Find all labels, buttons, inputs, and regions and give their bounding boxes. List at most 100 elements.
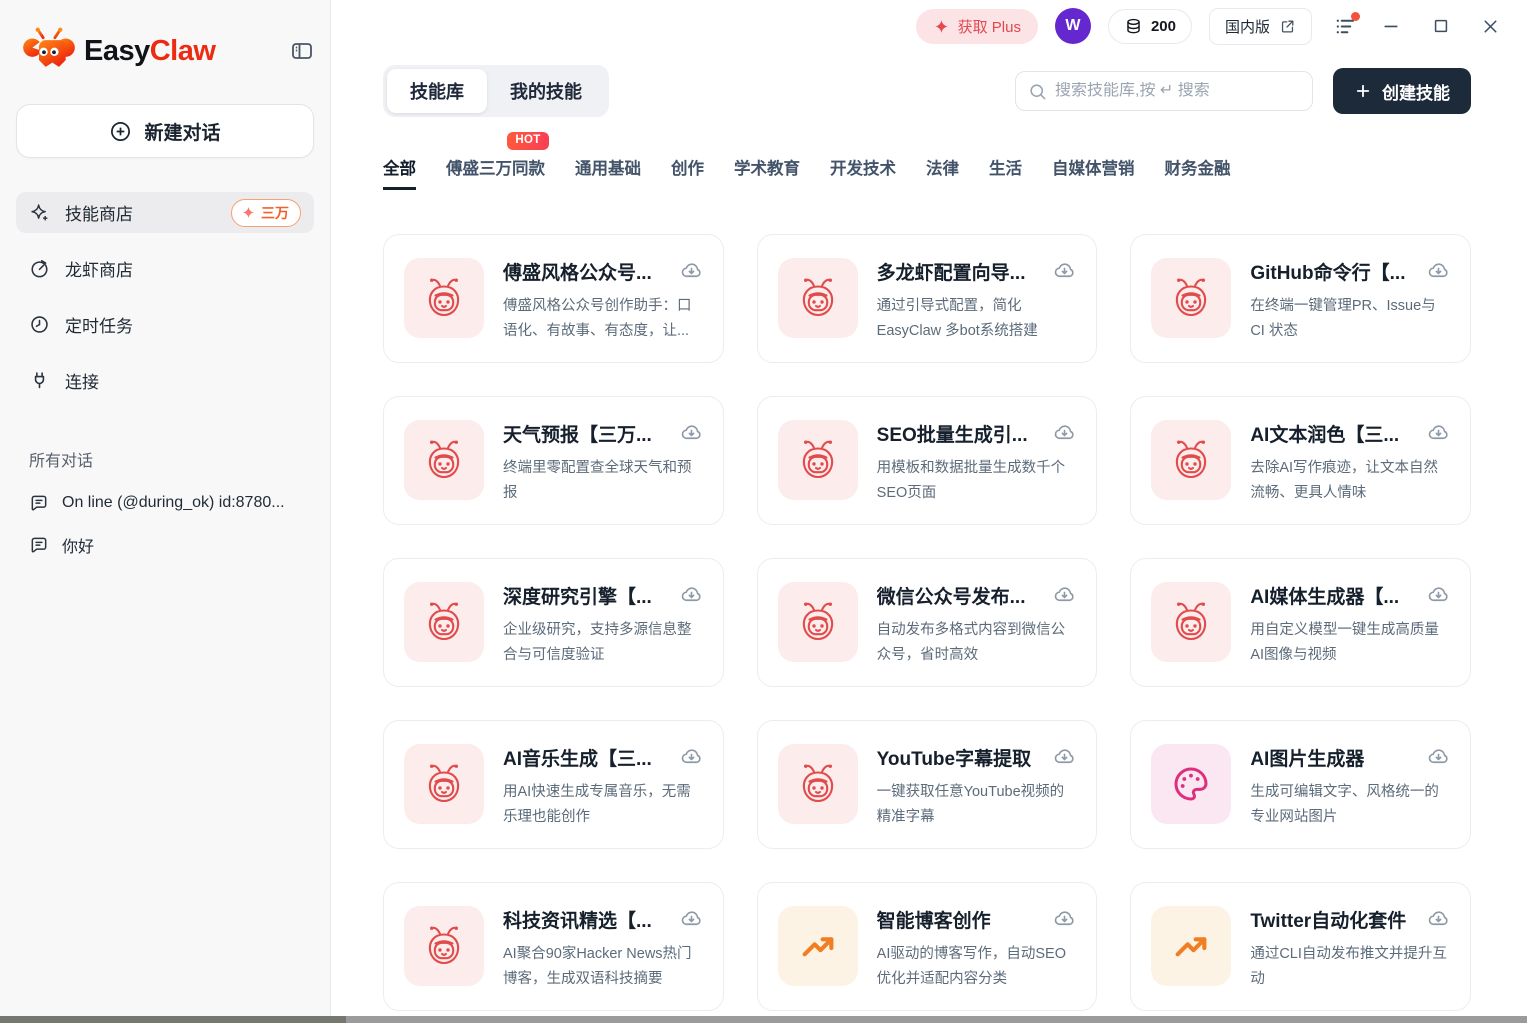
skill-card-icon	[404, 906, 484, 986]
controls-row: 技能库 我的技能 创建技能	[383, 65, 1471, 117]
download-button[interactable]	[680, 583, 703, 606]
skill-card-6[interactable]: 深度研究引擎【... 企业级研究，支持多源信息整 合与可信度验证	[383, 558, 724, 687]
conversation-item-0[interactable]: On line (@during_ok) id:8780...	[16, 493, 314, 513]
category-label: 学术教育	[734, 160, 800, 178]
category-tab-8[interactable]: 自媒体营销	[1052, 155, 1135, 190]
skill-card-description: 用模板和数据批量生成数千个 SEO页面	[877, 456, 1077, 506]
mascot-icon	[420, 274, 468, 322]
plug-icon	[29, 370, 50, 391]
category-tab-5[interactable]: 开发技术	[830, 155, 896, 190]
scrollbar-thumb[interactable]	[0, 1016, 346, 1023]
download-button[interactable]	[1053, 907, 1076, 930]
skill-card-4[interactable]: SEO批量生成引... 用模板和数据批量生成数千个 SEO页面	[757, 396, 1098, 525]
skill-card-title: 傅盛风格公众号...	[503, 258, 652, 285]
category-tab-0[interactable]: 全部	[383, 155, 416, 190]
skill-card-3[interactable]: 天气预报【三万... 终端里零配置查全球天气和预 报	[383, 396, 724, 525]
sidebar-item-2[interactable]: 定时任务	[16, 304, 314, 345]
window-maximize-button[interactable]	[1425, 16, 1457, 36]
skill-card-title: 多龙虾配置向导...	[877, 258, 1026, 285]
window-minimize-button[interactable]	[1374, 15, 1408, 37]
cloud-download-icon	[1427, 421, 1450, 444]
new-chat-button[interactable]: 新建对话	[16, 104, 314, 158]
sidebar-item-label: 龙虾商店	[65, 256, 133, 281]
conversation-list: On line (@during_ok) id:8780... 你好	[16, 493, 314, 557]
download-button[interactable]	[680, 745, 703, 768]
sidebar-collapse-icon[interactable]	[290, 39, 314, 63]
category-label: 通用基础	[575, 160, 641, 178]
skill-card-7[interactable]: 微信公众号发布... 自动发布多格式内容到微信公 众号，省时高效	[757, 558, 1098, 687]
skill-card-icon	[404, 420, 484, 500]
download-button[interactable]	[1427, 907, 1450, 930]
skill-card-icon	[778, 906, 858, 986]
skill-card-title: AI图片生成器	[1250, 744, 1364, 771]
skill-card-description: 用AI快速生成专属音乐，无需 乐理也能创作	[503, 780, 703, 830]
sidebar-item-3[interactable]: 连接	[16, 360, 314, 401]
skill-card-icon	[1151, 420, 1231, 500]
skill-card-13[interactable]: 智能博客创作 AI驱动的博客写作，自动SEO 优化并适配内容分类	[757, 882, 1098, 1011]
conversation-label: On line (@during_ok) id:8780...	[62, 494, 285, 512]
credits-badge[interactable]: 200	[1108, 9, 1192, 44]
cloud-download-icon	[1053, 421, 1076, 444]
download-button[interactable]	[680, 421, 703, 444]
download-button[interactable]	[680, 259, 703, 282]
cloud-download-icon	[680, 583, 703, 606]
search-input[interactable]	[1055, 82, 1300, 100]
skill-card-0[interactable]: 傅盛风格公众号... 傅盛风格公众号创作助手：口语化、有故事、有态度，让...	[383, 234, 724, 363]
download-button[interactable]	[1053, 421, 1076, 444]
download-button[interactable]	[1427, 583, 1450, 606]
tab-my-skills[interactable]: 我的技能	[487, 69, 605, 113]
trend-up-icon	[1171, 926, 1211, 966]
skill-card-title: 科技资讯精选【...	[503, 906, 652, 933]
category-tab-7[interactable]: 生活	[989, 155, 1022, 190]
sidebar-item-0[interactable]: 技能商店三万	[16, 192, 314, 233]
skill-card-10[interactable]: YouTube字幕提取 一键获取任意YouTube视频的 精准字幕	[757, 720, 1098, 849]
region-switch[interactable]: 国内版	[1209, 8, 1312, 45]
skill-card-2[interactable]: GitHub命令行【... 在终端一键管理PR、Issue与CI 状态	[1130, 234, 1471, 363]
get-plus-badge[interactable]: 获取 Plus	[916, 9, 1038, 44]
download-button[interactable]	[680, 907, 703, 930]
cloud-download-icon	[1053, 583, 1076, 606]
category-tab-4[interactable]: 学术教育	[734, 155, 800, 190]
download-button[interactable]	[1427, 421, 1450, 444]
skill-card-14[interactable]: Twitter自动化套件 通过CLI自动发布推文并提升互 动	[1130, 882, 1471, 1011]
category-label: 开发技术	[830, 160, 896, 178]
skill-card-description: 通过CLI自动发布推文并提升互 动	[1250, 942, 1450, 992]
cloud-download-icon	[1053, 907, 1076, 930]
skill-card-title: 微信公众号发布...	[877, 582, 1026, 609]
window-close-button[interactable]	[1474, 16, 1507, 37]
skill-card-icon	[404, 582, 484, 662]
skill-card-8[interactable]: AI媒体生成器【... 用自定义模型一键生成高质量 AI图像与视频	[1130, 558, 1471, 687]
skill-card-11[interactable]: AI图片生成器 生成可编辑文字、风格统一的 专业网站图片	[1130, 720, 1471, 849]
skill-card-12[interactable]: 科技资讯精选【... AI聚合90家Hacker News热门 博客，生成双语科…	[383, 882, 724, 1011]
skill-card-1[interactable]: 多龙虾配置向导... 通过引导式配置，简化 EasyClaw 多bot系统搭建	[757, 234, 1098, 363]
skill-card-5[interactable]: AI文本润色【三... 去除AI写作痕迹，让文本自然 流畅、更具人情味	[1130, 396, 1471, 525]
skill-card-description: 企业级研究，支持多源信息整 合与可信度验证	[503, 618, 703, 668]
tab-skill-library[interactable]: 技能库	[387, 69, 487, 113]
sidebar-item-1[interactable]: 龙虾商店	[16, 248, 314, 289]
conversation-item-1[interactable]: 你好	[16, 533, 314, 557]
sidebar-nav: 技能商店三万 龙虾商店 定时任务 连接	[16, 192, 314, 401]
cloud-download-icon	[1427, 259, 1450, 282]
create-skill-button[interactable]: 创建技能	[1333, 68, 1471, 114]
category-tab-3[interactable]: 创作	[671, 155, 704, 190]
category-tab-6[interactable]: 法律	[926, 155, 959, 190]
download-button[interactable]	[1427, 259, 1450, 282]
category-tab-9[interactable]: 财务金融	[1165, 155, 1231, 190]
crab-logo-icon	[22, 26, 76, 76]
skill-card-description: 生成可编辑文字、风格统一的 专业网站图片	[1250, 780, 1450, 830]
task-list-icon[interactable]	[1334, 15, 1357, 38]
skill-card-description: 通过引导式配置，简化 EasyClaw 多bot系统搭建	[877, 294, 1077, 344]
skill-card-9[interactable]: AI音乐生成【三... 用AI快速生成专属音乐，无需 乐理也能创作	[383, 720, 724, 849]
skill-card-icon	[1151, 258, 1231, 338]
main-area: 获取 Plus W 200 国内版	[331, 0, 1527, 1023]
category-label: 财务金融	[1165, 160, 1231, 178]
category-tab-1[interactable]: 傅盛三万同款HOT	[446, 155, 545, 190]
create-skill-label: 创建技能	[1382, 79, 1450, 104]
avatar[interactable]: W	[1055, 8, 1091, 44]
category-tab-2[interactable]: 通用基础	[575, 155, 641, 190]
download-button[interactable]	[1053, 259, 1076, 282]
horizontal-scrollbar[interactable]	[0, 1016, 1527, 1023]
download-button[interactable]	[1053, 583, 1076, 606]
download-button[interactable]	[1427, 745, 1450, 768]
download-button[interactable]	[1053, 745, 1076, 768]
